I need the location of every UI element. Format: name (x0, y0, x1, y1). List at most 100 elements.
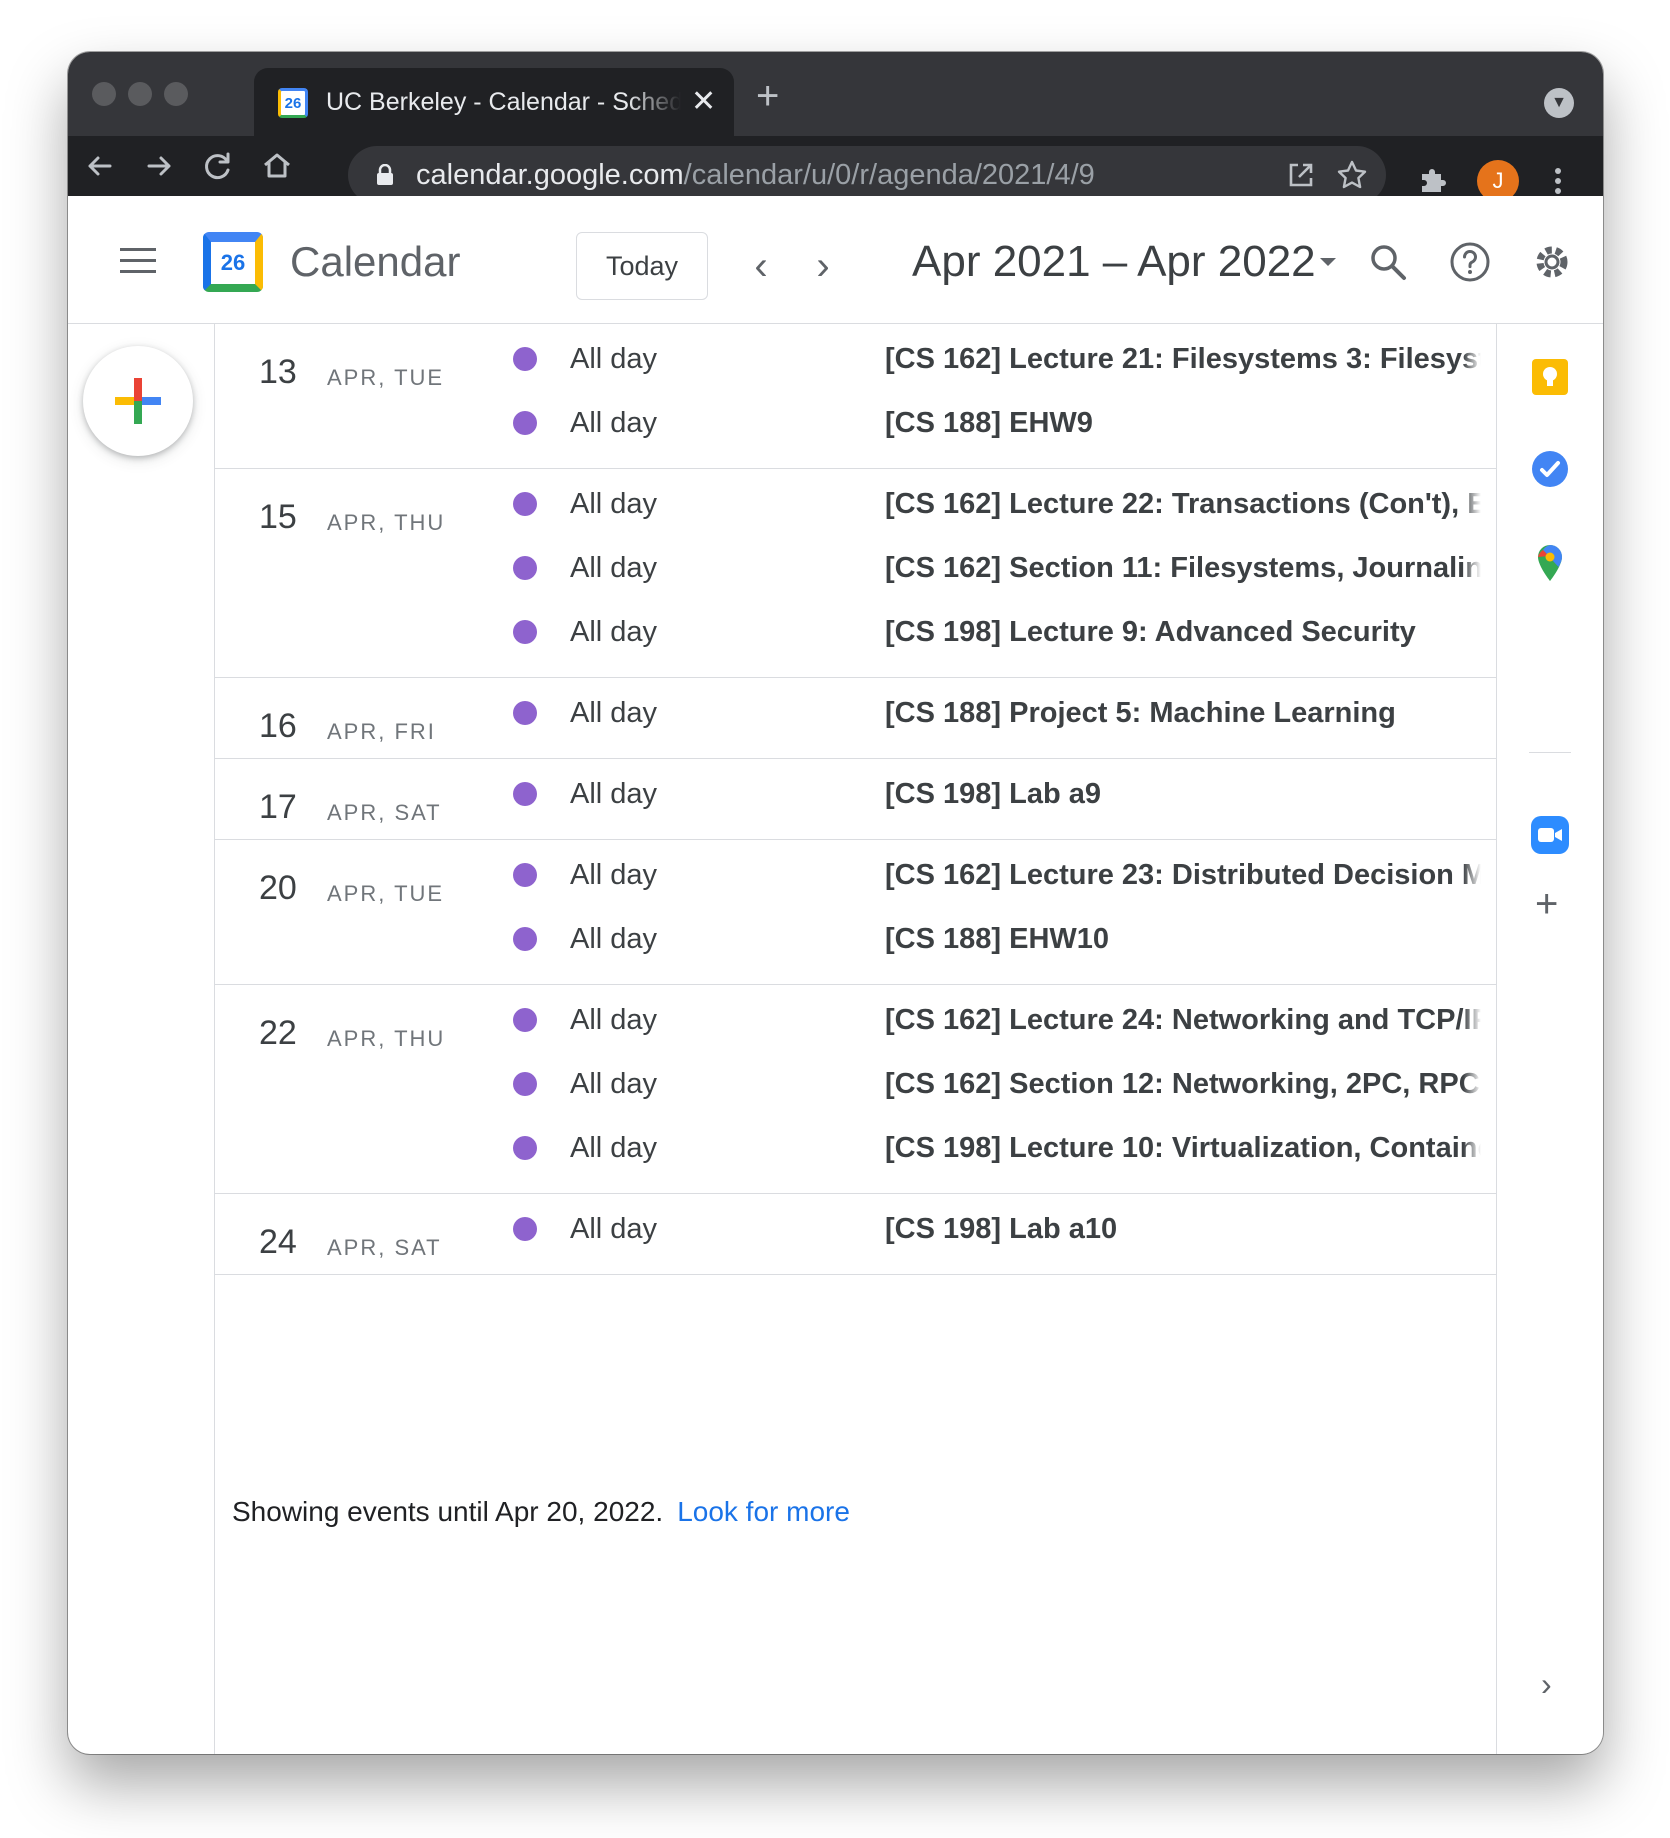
tasks-icon[interactable] (1529, 448, 1571, 490)
event-title: [CS 162] Section 11: Filesystems, Journa… (885, 552, 1481, 584)
event-item[interactable]: All day [CS 162] Section 12: Networking, … (215, 1049, 1496, 1113)
zoom-icon[interactable] (1529, 814, 1571, 856)
event-time: All day (570, 859, 658, 891)
next-period-icon[interactable]: › (803, 240, 843, 292)
event-item[interactable]: All day [CS 188] Project 5: Machine Learn… (215, 678, 1496, 742)
previous-period-icon[interactable]: ‹ (741, 240, 781, 292)
tab-title: UC Berkeley - Calendar - Schedule (326, 88, 681, 116)
event-time: All day (570, 1213, 658, 1245)
main-menu-icon[interactable] (120, 248, 156, 274)
calendar-header: 26 Calendar Today ‹ › Apr 2021 – Apr 202… (68, 196, 1603, 324)
day-group: 16 APR, FRI All day [CS 188] Project 5: Mac… (215, 678, 1496, 759)
event-time: All day (570, 778, 658, 810)
calendar-color-dot-icon (513, 1217, 537, 1241)
calendar-color-dot-icon (513, 492, 537, 516)
event-item[interactable]: All day [CS 162] Lecture 23: Distributed … (215, 840, 1496, 904)
open-in-app-icon[interactable] (1284, 158, 1318, 192)
get-add-ons-plus-icon[interactable]: + (1535, 884, 1558, 924)
app-name: Calendar (290, 238, 461, 285)
event-time: All day (570, 923, 658, 955)
new-tab-button[interactable]: + (756, 76, 779, 116)
browser-window: 26 UC Berkeley - Calendar - Schedule ✕ +… (68, 52, 1603, 1754)
home-icon[interactable] (257, 146, 297, 186)
event-item[interactable]: All day [CS 198] Lab a9 (215, 759, 1496, 823)
maps-icon[interactable] (1529, 542, 1571, 584)
event-item[interactable]: All day [CS 162] Section 11: Filesystems,… (215, 533, 1496, 597)
event-time: All day (570, 343, 658, 375)
schedule-list: 13 APR, TUE All day [CS 162] Lecture 21: Fi… (214, 324, 1497, 1754)
settings-gear-icon[interactable] (1528, 238, 1576, 286)
url-text: calendar.google.com/calendar/u/0/r/agend… (416, 159, 1095, 191)
calendar-favicon-icon: 26 (278, 88, 308, 118)
tab-search-dropdown-icon[interactable]: ▼ (1544, 88, 1574, 118)
view-dropdown-caret-icon[interactable] (1320, 258, 1336, 266)
forward-arrow-icon[interactable] (139, 146, 179, 186)
event-time: All day (570, 552, 658, 584)
event-time: All day (570, 1132, 658, 1164)
event-title: [CS 162] Lecture 21: Filesystems 3: File… (885, 343, 1481, 375)
calendar-color-dot-icon (513, 347, 537, 371)
calendar-color-dot-icon (513, 863, 537, 887)
calendar-color-dot-icon (513, 782, 537, 806)
keep-icon[interactable] (1529, 356, 1571, 398)
today-button[interactable]: Today (576, 232, 708, 300)
back-arrow-icon[interactable] (80, 146, 120, 186)
reload-icon[interactable] (198, 146, 238, 186)
window-close-button[interactable] (92, 82, 116, 106)
event-title: [CS 162] Lecture 23: Distributed Decisio… (885, 859, 1481, 891)
look-for-more-link[interactable]: Look for more (677, 1496, 850, 1527)
bookmark-star-icon[interactable] (1335, 158, 1369, 192)
event-title: [CS 188] EHW10 (885, 923, 1110, 955)
event-item[interactable]: All day [CS 162] Lecture 22: Transactions… (215, 469, 1496, 533)
event-title: [CS 162] Section 12: Networking, 2PC, RP… (885, 1068, 1480, 1100)
day-group: 24 APR, SAT All day [CS 198] Lab a10 (215, 1194, 1496, 1275)
browser-tab-active[interactable]: 26 UC Berkeley - Calendar - Schedule ✕ (254, 68, 734, 136)
create-event-button[interactable] (83, 346, 193, 456)
side-panel: + › (1497, 324, 1603, 1754)
calendar-color-dot-icon (513, 556, 537, 580)
help-icon[interactable] (1446, 238, 1494, 286)
day-group: 15 APR, THU All day [CS 162] Lecture 22: Tr… (215, 469, 1496, 678)
schedule-footer: Showing events until Apr 20, 2022. Look f… (232, 1494, 850, 1530)
window-zoom-button[interactable] (164, 82, 188, 106)
browser-tab-bar: 26 UC Berkeley - Calendar - Schedule ✕ +… (68, 52, 1603, 136)
event-item[interactable]: All day [CS 162] Lecture 24: Networking a… (215, 985, 1496, 1049)
event-item[interactable]: All day [CS 188] EHW9 (215, 388, 1496, 452)
day-group: 17 APR, SAT All day [CS 198] Lab a9 (215, 759, 1496, 840)
event-title: [CS 198] Lab a9 (885, 778, 1101, 810)
show-side-panel-chevron-icon[interactable]: › (1541, 1664, 1552, 1704)
day-group: 22 APR, THU All day [CS 162] Lecture 24: Ne… (215, 985, 1496, 1194)
day-group: 13 APR, TUE All day [CS 162] Lecture 21: Fi… (215, 324, 1496, 469)
calendar-color-dot-icon (513, 1008, 537, 1032)
event-item[interactable]: All day [CS 198] Lab a10 (215, 1194, 1496, 1258)
day-groups: 13 APR, TUE All day [CS 162] Lecture 21: Fi… (215, 324, 1496, 1275)
calendar-color-dot-icon (513, 411, 537, 435)
search-icon[interactable] (1364, 238, 1412, 286)
calendar-color-dot-icon (513, 701, 537, 725)
google-calendar-logo-icon[interactable]: 26 (203, 232, 263, 292)
event-item[interactable]: All day [CS 162] Lecture 21: Filesystems … (215, 324, 1496, 388)
tab-close-icon[interactable]: ✕ (691, 86, 716, 118)
event-title: [CS 198] Lecture 10: Virtualization, Con… (885, 1132, 1481, 1164)
showing-until-text: Showing events until Apr 20, 2022. (232, 1496, 664, 1527)
event-item[interactable]: All day [CS 198] Lecture 9: Advanced Secu… (215, 597, 1496, 661)
day-group: 20 APR, TUE All day [CS 162] Lecture 23: Di… (215, 840, 1496, 985)
event-item[interactable]: All day [CS 198] Lecture 10: Virtualizati… (215, 1113, 1496, 1177)
left-rail (68, 324, 214, 1754)
event-title: [CS 198] Lecture 9: Advanced Security (885, 616, 1416, 648)
date-range-title[interactable]: Apr 2021 – Apr 2022 (912, 234, 1316, 290)
event-title: [CS 198] Lab a10 (885, 1213, 1118, 1245)
event-title: [CS 188] EHW9 (885, 407, 1093, 439)
window-minimize-button[interactable] (128, 82, 152, 106)
lock-icon (377, 164, 393, 185)
calendar-color-dot-icon (513, 927, 537, 951)
create-plus-icon-vertical (134, 378, 142, 424)
event-time: All day (570, 488, 658, 520)
calendar-color-dot-icon (513, 1072, 537, 1096)
event-time: All day (570, 1004, 658, 1036)
event-item[interactable]: All day [CS 188] EHW10 (215, 904, 1496, 968)
event-time: All day (570, 1068, 658, 1100)
event-time: All day (570, 616, 658, 648)
event-title: [CS 162] Lecture 24: Networking and TCP/… (885, 1004, 1481, 1036)
extensions-puzzle-icon[interactable] (1416, 162, 1452, 198)
